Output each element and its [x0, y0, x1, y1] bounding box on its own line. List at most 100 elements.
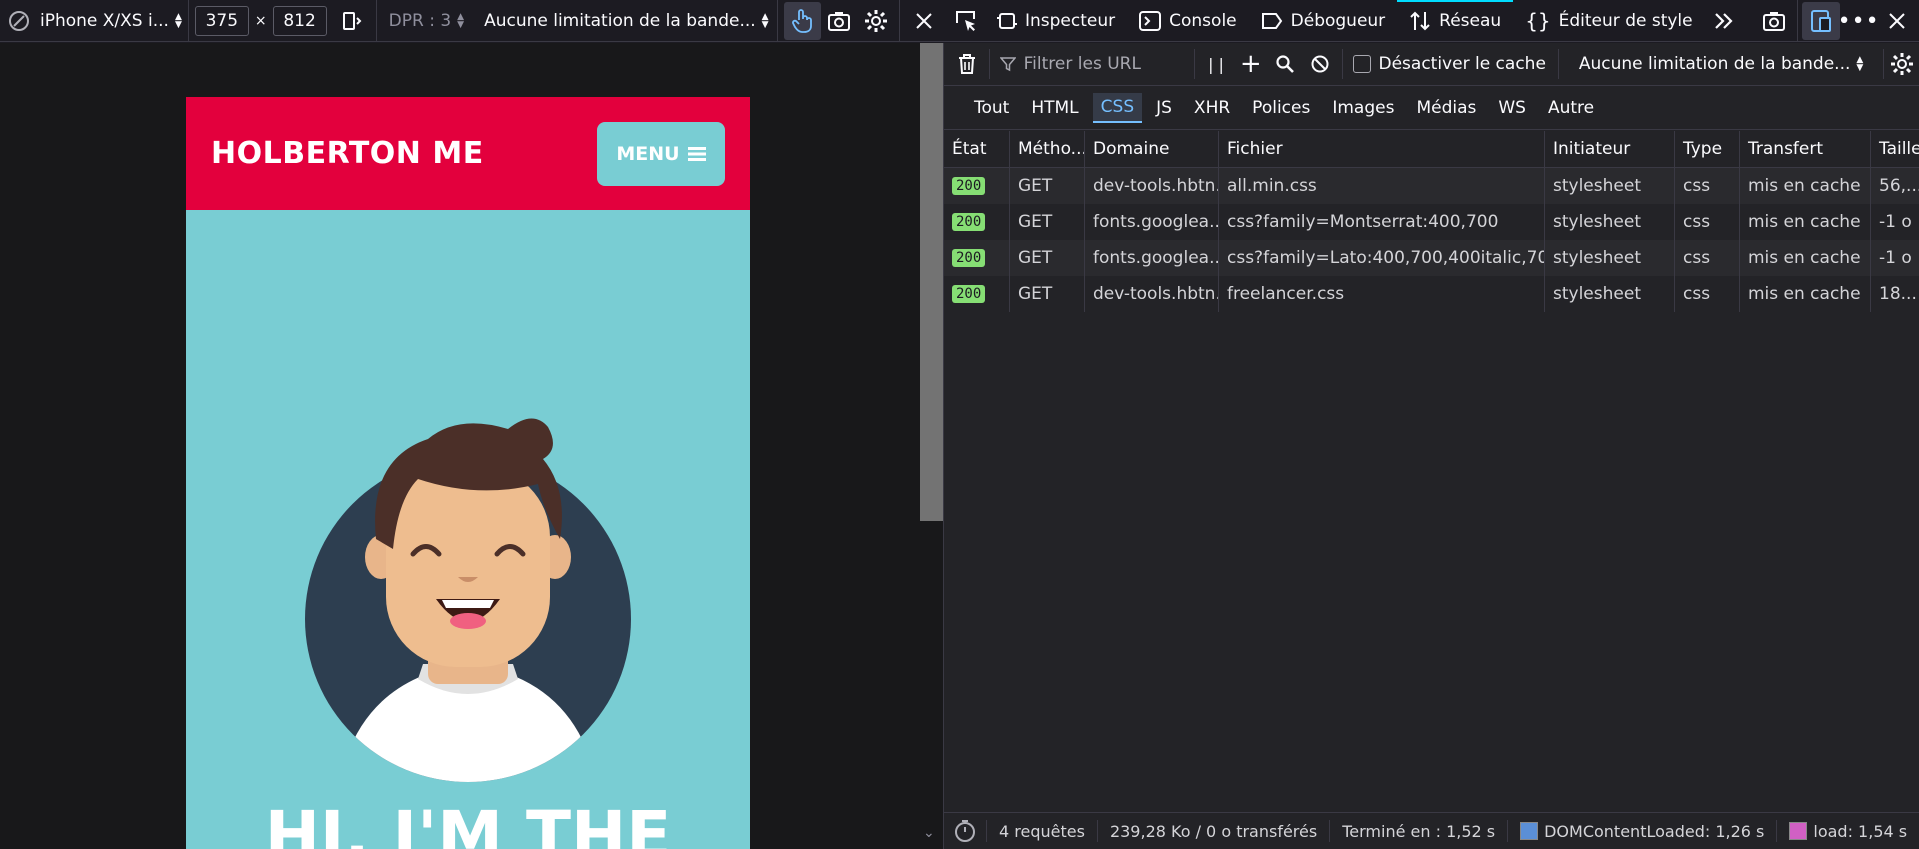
table-body: 200 GET dev-tools.hbtn... all.min.css st… [944, 168, 1919, 312]
filter-images[interactable]: Images [1324, 94, 1402, 122]
more-tabs-button[interactable] [1705, 2, 1743, 40]
stopwatch-icon [955, 820, 975, 842]
load-time: load: 1,54 s [1813, 821, 1908, 841]
tab-style-editor[interactable]: {} Éditeur de style [1513, 0, 1704, 42]
gear-icon [865, 10, 888, 32]
tab-inspector[interactable]: Inspecteur [985, 0, 1127, 42]
filter-xhr[interactable]: XHR [1186, 94, 1238, 122]
responsive-mode-button[interactable] [1801, 2, 1840, 40]
width-input[interactable]: 375 [194, 6, 249, 36]
column-header-method[interactable]: Métho... [1010, 131, 1085, 167]
site-brand[interactable]: HOLBERTON ME [211, 136, 484, 171]
touch-icon [792, 9, 813, 33]
column-header-domain[interactable]: Domaine [1085, 131, 1219, 167]
filter-url-input[interactable]: Filtrer les URL [994, 49, 1190, 79]
tab-debugger[interactable]: Débogueur [1249, 0, 1398, 42]
column-header-initiator[interactable]: Initiateur [1545, 131, 1675, 167]
requests-table: État Métho... Domaine Fichier Initiateur… [944, 131, 1919, 312]
dpr-selector[interactable]: DPR : 3 ▲ ▼ [377, 0, 476, 42]
checkbox-box[interactable] [1352, 55, 1371, 73]
column-header-file[interactable]: Fichier [1219, 131, 1545, 167]
devtools-screenshot-button[interactable] [1755, 2, 1793, 40]
transfer-size: 239,28 Ko / 0 o transférés [1098, 820, 1331, 842]
close-icon [1888, 13, 1905, 29]
size-cell: -1 o [1879, 248, 1912, 268]
network-settings-button[interactable] [1884, 45, 1919, 83]
domain-cell: dev-tools.hbtn... [1085, 276, 1219, 312]
filter-icon [999, 57, 1016, 72]
device-selector[interactable]: iPhone X/XS i... ▲ ▼ [0, 0, 188, 42]
devtools-menu-button[interactable]: ••• [1838, 2, 1879, 40]
table-row[interactable]: 200 GET fonts.googlea... css?family=Lato… [944, 240, 1919, 276]
responsive-icon [1810, 10, 1831, 32]
status-badge: 200 [952, 213, 986, 231]
add-block-button[interactable]: + [1233, 45, 1268, 83]
dcl-time-item: DOMContentLoaded: 1,26 s [1508, 820, 1778, 842]
performance-button[interactable] [944, 820, 987, 842]
disable-cache-checkbox[interactable]: Désactiver le cache [1347, 54, 1558, 74]
tab-label: Réseau [1439, 11, 1502, 31]
dcl-time: DOMContentLoaded: 1,26 s [1544, 821, 1765, 841]
updown-icon: ▲ ▼ [761, 12, 769, 30]
block-button[interactable] [1303, 45, 1338, 83]
network-status-bar: 4 requêtes 239,28 Ko / 0 o transférés Te… [944, 812, 1919, 849]
simulated-device-page: HOLBERTON ME MENU HI, I'M THE [186, 97, 750, 849]
touch-simulation-button[interactable] [783, 2, 821, 40]
table-row[interactable]: 200 GET dev-tools.hbtn... all.min.css st… [944, 168, 1919, 204]
scroll-down-icon[interactable]: ⌄ [923, 825, 935, 841]
close-rdm-button[interactable] [906, 2, 943, 40]
status-badge: 200 [952, 285, 986, 303]
console-icon [1139, 11, 1162, 31]
rotate-button[interactable] [333, 2, 370, 40]
filter-js[interactable]: JS [1148, 94, 1180, 122]
file-cell: all.min.css [1219, 168, 1545, 204]
height-input[interactable]: 812 [272, 6, 327, 36]
screenshot-button[interactable] [821, 2, 858, 40]
request-type-filters: Tout HTML CSS JS XHR Polices Images Médi… [944, 86, 1919, 130]
network-toolbar: Filtrer les URL | | + Désactiver le cach… [944, 43, 1919, 86]
table-row[interactable]: 200 GET dev-tools.hbtn... freelancer.css… [944, 276, 1919, 312]
search-icon [1276, 55, 1295, 73]
throttling-selector[interactable]: Aucune limitation de la bande... ▲ ▼ [476, 0, 777, 42]
column-header-status[interactable]: État [944, 131, 1010, 167]
tab-label: Éditeur de style [1558, 11, 1693, 31]
tab-network[interactable]: Réseau [1397, 0, 1514, 42]
filter-fonts[interactable]: Polices [1244, 94, 1318, 122]
filter-all[interactable]: Tout [966, 94, 1017, 122]
column-header-type[interactable]: Type [1675, 131, 1740, 167]
double-chevron-icon [1714, 13, 1733, 29]
transferred-cell: mis en cache [1740, 168, 1871, 204]
column-header-size[interactable]: Taille [1871, 131, 1919, 167]
rdm-settings-button[interactable] [858, 2, 895, 40]
gear-icon [1890, 53, 1913, 75]
clear-button[interactable] [950, 45, 985, 83]
viewport-scrollbar-thumb[interactable] [920, 43, 943, 521]
search-button[interactable] [1268, 45, 1303, 83]
menu-button[interactable]: MENU [597, 121, 725, 186]
pause-button[interactable]: | | [1199, 45, 1234, 83]
column-header-transferred[interactable]: Transfert [1740, 131, 1871, 167]
updown-icon: ▲ ▼ [457, 12, 465, 30]
separator [898, 0, 900, 42]
updown-icon: ▲ ▼ [174, 12, 182, 30]
file-cell: freelancer.css [1219, 276, 1545, 312]
close-devtools-button[interactable] [1878, 2, 1916, 40]
status-badge: 200 [952, 177, 986, 195]
tab-console[interactable]: Console [1127, 0, 1249, 42]
camera-icon [828, 12, 851, 31]
site-header: HOLBERTON ME MENU [186, 97, 750, 210]
transferred-cell: mis en cache [1740, 240, 1871, 276]
request-count: 4 requêtes [987, 820, 1098, 842]
table-row[interactable]: 200 GET fonts.googlea... css?family=Mont… [944, 204, 1919, 240]
filter-media[interactable]: Médias [1408, 94, 1484, 122]
element-picker-button[interactable] [947, 2, 985, 40]
filter-html[interactable]: HTML [1023, 94, 1086, 122]
network-throttling-label: Aucune limitation de la bande... [1578, 54, 1851, 74]
tab-label: Débogueur [1290, 11, 1386, 31]
filter-ws[interactable]: WS [1490, 94, 1534, 122]
filter-css[interactable]: CSS [1092, 92, 1143, 123]
filter-other[interactable]: Autre [1540, 94, 1602, 122]
network-throttling-selector[interactable]: Aucune limitation de la bande... ▲ ▼ [1559, 54, 1876, 74]
responsive-viewport: HOLBERTON ME MENU HI, I'M THE ⌄ [0, 43, 943, 849]
separator [1796, 0, 1798, 42]
